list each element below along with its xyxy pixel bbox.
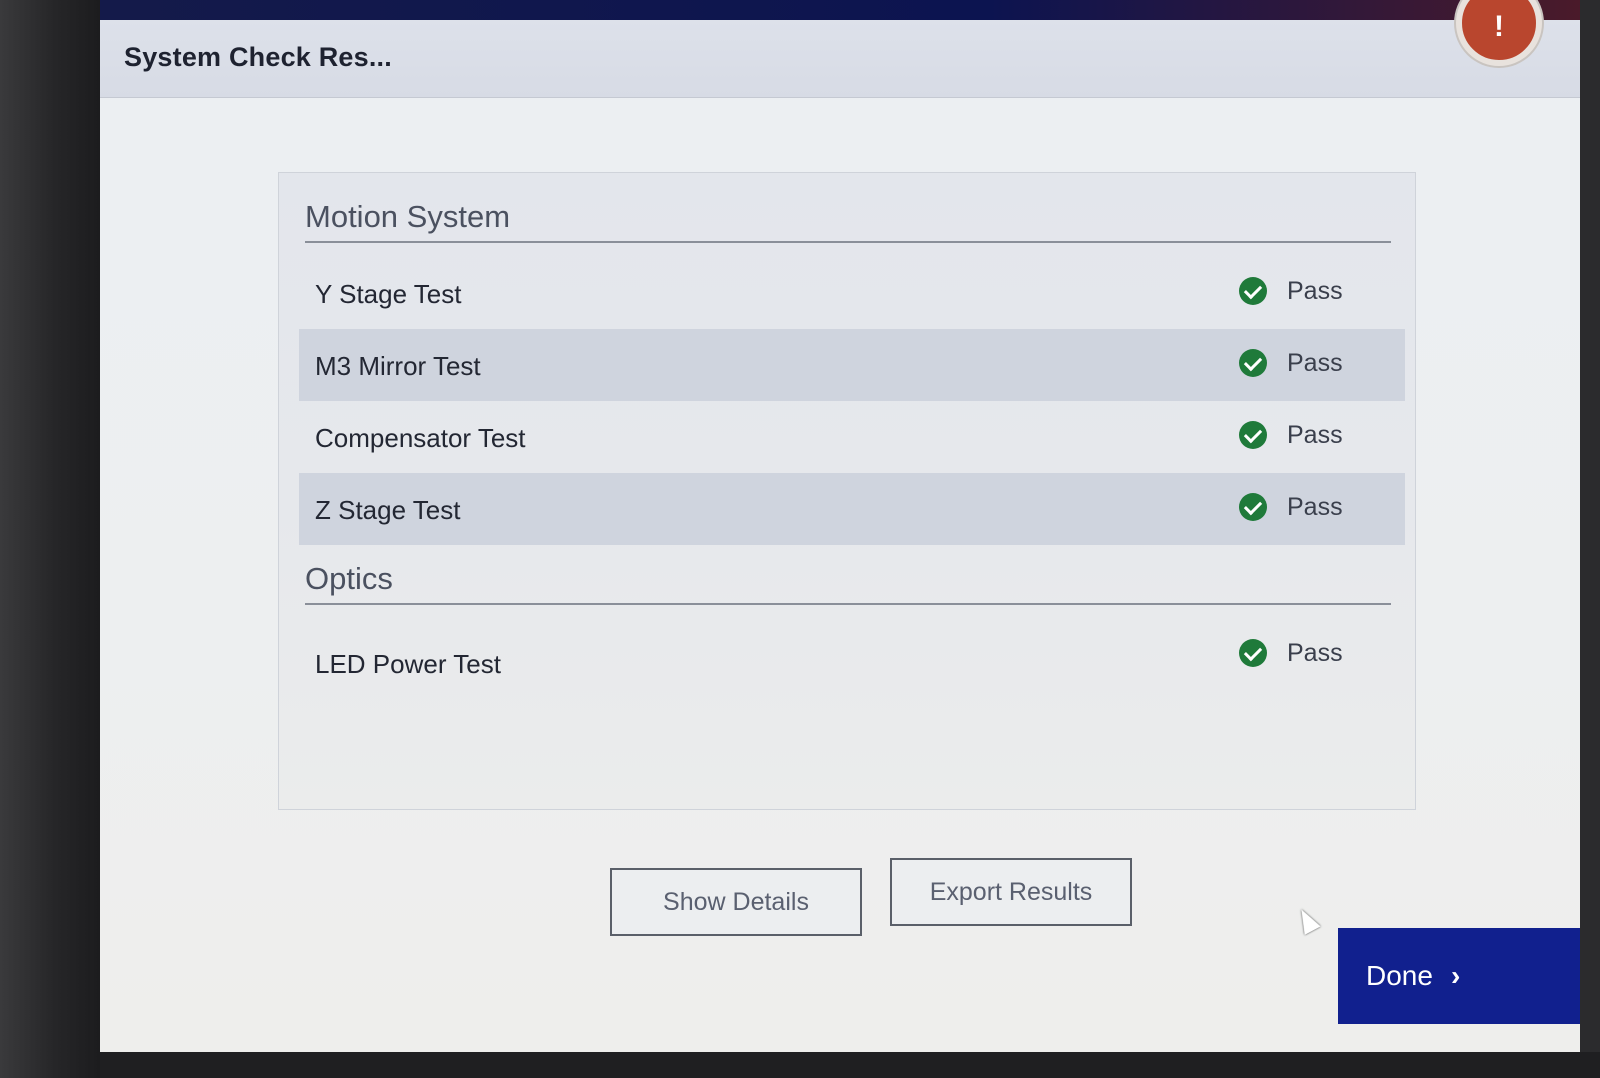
status-text: Pass xyxy=(1287,638,1343,667)
test-name: LED Power Test xyxy=(315,649,501,679)
title-bar: System Check Res... xyxy=(100,20,1580,98)
test-row-y-stage: Y Stage Test Pass xyxy=(299,257,1405,329)
status-text: Pass xyxy=(1287,492,1343,521)
export-results-button[interactable]: Export Results xyxy=(890,858,1132,926)
test-status: Pass xyxy=(1239,637,1343,669)
test-name: Z Stage Test xyxy=(315,495,461,525)
test-name: M3 Mirror Test xyxy=(315,351,481,381)
check-circle-icon xyxy=(1239,639,1267,667)
window-title: System Check Res... xyxy=(124,42,392,72)
exclamation-icon: ! xyxy=(1494,10,1504,43)
section-header-motion-system: Motion System xyxy=(305,173,1391,243)
test-row-m3-mirror: M3 Mirror Test Pass xyxy=(299,329,1405,401)
test-row-z-stage: Z Stage Test Pass xyxy=(299,473,1405,545)
test-status: Pass xyxy=(1239,419,1343,451)
screen: System Check Res... ! Motion System Y St… xyxy=(100,0,1580,1052)
test-status: Pass xyxy=(1239,491,1343,523)
status-text: Pass xyxy=(1287,420,1343,449)
test-row-led-power: LED Power Test Pass xyxy=(299,619,1405,691)
check-circle-icon xyxy=(1239,493,1267,521)
test-name: Compensator Test xyxy=(315,423,526,453)
monitor-bezel xyxy=(0,0,100,1078)
test-name: Y Stage Test xyxy=(315,279,462,309)
done-button[interactable]: Done › xyxy=(1338,928,1580,1024)
section-header-optics: Optics xyxy=(305,543,1391,605)
check-circle-icon xyxy=(1239,277,1267,305)
done-label: Done xyxy=(1366,960,1433,991)
test-status: Pass xyxy=(1239,275,1343,307)
test-row-compensator: Compensator Test Pass xyxy=(299,401,1405,473)
chevron-right-icon: › xyxy=(1450,960,1461,991)
status-text: Pass xyxy=(1287,348,1343,377)
top-strip xyxy=(100,0,1580,20)
mouse-cursor-icon xyxy=(1293,905,1321,935)
monitor-bezel-bottom xyxy=(100,1052,1600,1078)
section-title: Optics xyxy=(305,561,393,596)
status-text: Pass xyxy=(1287,276,1343,305)
check-circle-icon xyxy=(1239,421,1267,449)
section-title: Motion System xyxy=(305,199,511,234)
test-status: Pass xyxy=(1239,347,1343,379)
check-circle-icon xyxy=(1239,349,1267,377)
results-panel: Motion System Y Stage Test Pass M3 Mirro… xyxy=(278,172,1416,810)
show-details-button[interactable]: Show Details xyxy=(610,868,862,936)
